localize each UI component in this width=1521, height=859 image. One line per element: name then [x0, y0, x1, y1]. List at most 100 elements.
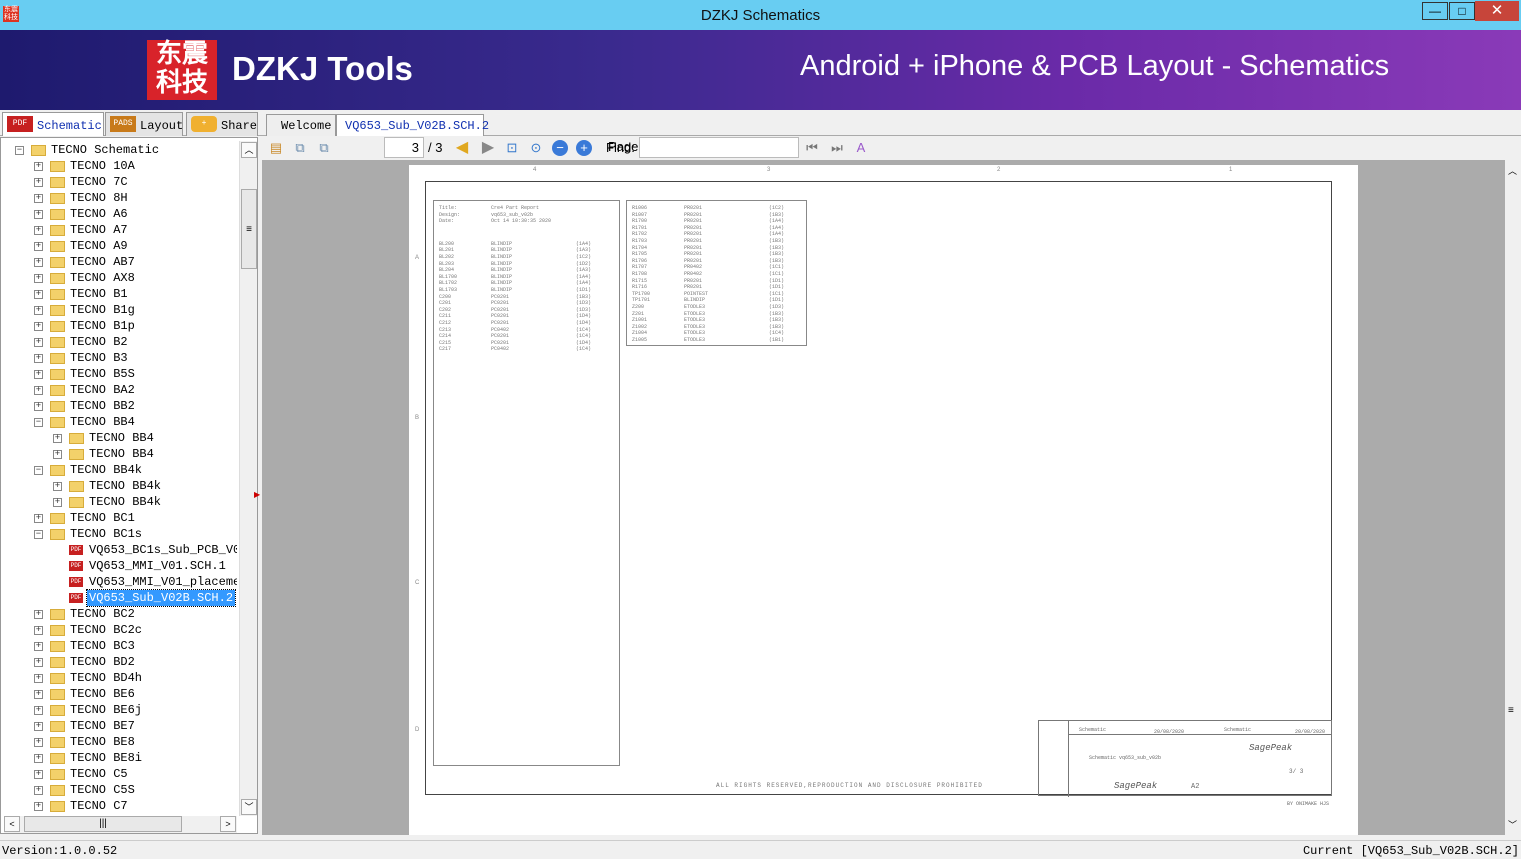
grid-ref: (1D1)	[576, 286, 592, 293]
expand-icon[interactable]: +	[34, 514, 43, 523]
expand-icon[interactable]: +	[34, 722, 43, 731]
expand-icon[interactable]: +	[34, 322, 43, 331]
expand-icon[interactable]: +	[53, 434, 62, 443]
grid-ref: (1C2)	[769, 205, 785, 211]
find-input[interactable]	[639, 137, 799, 158]
expand-icon[interactable]: +	[53, 482, 62, 491]
report-row: R1703 PR0201 (1B3)	[632, 238, 801, 245]
expand-icon[interactable]: +	[34, 274, 43, 283]
page-input[interactable]	[384, 137, 424, 158]
tree-horizontal-scrollbar[interactable]: < ||| >	[4, 816, 237, 833]
folder-icon	[50, 369, 65, 380]
copy-icon[interactable]: ▤	[268, 140, 284, 156]
expand-icon[interactable]: +	[53, 498, 62, 507]
expand-icon[interactable]: +	[34, 162, 43, 171]
footprint: PR0402	[684, 270, 703, 277]
checked-name: Schematic	[1224, 727, 1252, 733]
expand-icon[interactable]: +	[34, 338, 43, 347]
expand-icon[interactable]: +	[34, 258, 43, 267]
fit-width-icon[interactable]: ⊡	[504, 140, 520, 156]
report-row: Z1001 ETODLE3 (1B3)	[632, 317, 801, 324]
rotate-left-icon[interactable]: ⧉	[292, 140, 308, 156]
tree-item-label: TECNO BE8	[70, 735, 135, 749]
expand-icon[interactable]: +	[34, 306, 43, 315]
expand-icon[interactable]: +	[34, 242, 43, 251]
tree-vertical-scrollbar[interactable]: ︿ ≡ ﹀	[239, 141, 257, 816]
scroll-up-button[interactable]: ︿	[241, 142, 257, 158]
tree-item-label: TECNO BC3	[70, 639, 135, 653]
find-label: Find:	[606, 140, 635, 155]
expand-icon[interactable]: +	[34, 754, 43, 763]
maximize-button[interactable]: □	[1449, 2, 1475, 20]
grid-ref: (1C1)	[769, 264, 785, 271]
rotate-right-icon[interactable]: ⧉	[316, 140, 332, 156]
expand-icon[interactable]: +	[34, 226, 43, 235]
expand-icon[interactable]: +	[34, 386, 43, 395]
footprint: PC0201	[491, 300, 510, 307]
expand-icon[interactable]: +	[34, 370, 43, 379]
expand-icon[interactable]: +	[34, 738, 43, 747]
expand-icon[interactable]: +	[34, 626, 43, 635]
prev-page-icon[interactable]: ◀	[454, 140, 470, 156]
grid-ref: (1C4)	[576, 333, 592, 340]
tab-layout[interactable]: PADS Layout	[105, 112, 183, 136]
folder-icon	[50, 289, 65, 300]
zoom-out-icon[interactable]: −	[552, 140, 568, 156]
scroll-right-button[interactable]: >	[220, 816, 236, 832]
footprint: BLINDIP	[491, 253, 513, 260]
expand-icon[interactable]: +	[34, 770, 43, 779]
viewer-vertical-scrollbar[interactable]: ︿ ≡ ﹀	[1505, 160, 1521, 835]
grid-ref: (1D2)	[576, 260, 592, 267]
refdes: R1716	[632, 284, 648, 291]
fit-page-icon[interactable]: ⊙	[528, 140, 544, 156]
footprint: PR0201	[684, 284, 703, 291]
tab-document[interactable]: VQ653_Sub_V02B.SCH.2✕	[336, 114, 489, 148]
minimize-button[interactable]: —	[1422, 2, 1448, 20]
pdf-icon: PDF	[7, 116, 33, 132]
grid-ref: (1A4)	[769, 224, 785, 231]
grid-ref: (1B3)	[576, 293, 592, 300]
scroll-down-button[interactable]: ﹀	[241, 799, 257, 815]
collapse-icon[interactable]: −	[34, 418, 43, 427]
expand-icon[interactable]: +	[34, 802, 43, 811]
find-next-icon[interactable]: ⏭	[829, 140, 845, 156]
tab-schematic[interactable]: PDF Schematic	[2, 112, 104, 136]
collapse-icon[interactable]: −	[34, 530, 43, 539]
expand-icon[interactable]: +	[34, 610, 43, 619]
scroll-left-button[interactable]: <	[4, 816, 20, 832]
expand-icon[interactable]: +	[34, 402, 43, 411]
collapse-icon[interactable]: −	[34, 466, 43, 475]
expand-icon[interactable]: +	[34, 354, 43, 363]
expand-icon[interactable]: +	[53, 450, 62, 459]
expand-icon[interactable]: +	[34, 674, 43, 683]
collapse-icon[interactable]: −	[15, 146, 24, 155]
expand-icon[interactable]: +	[34, 786, 43, 795]
tree-item-label: TECNO BE7	[70, 719, 135, 733]
close-button[interactable]: ✕	[1475, 1, 1519, 21]
expand-icon[interactable]: +	[34, 210, 43, 219]
document-viewer[interactable]: Title: Cre4 Part Report Design: vq653_sub_v…	[262, 160, 1505, 835]
file-tree-panel: − TECNO Schematic + TECNO 10A + TECNO 7C + TECN…	[0, 137, 258, 834]
tab-welcome[interactable]: Welcome	[266, 114, 336, 136]
expand-icon[interactable]: +	[34, 706, 43, 715]
next-page-icon[interactable]: ▶	[480, 140, 496, 156]
grid-ref: (1C4)	[576, 326, 592, 333]
h-scroll-thumb[interactable]: |||	[24, 816, 182, 832]
find-prev-icon[interactable]: ⏮	[804, 140, 820, 156]
expand-icon[interactable]: +	[34, 658, 43, 667]
panel-splitter[interactable]: ▶	[254, 490, 260, 499]
expand-icon[interactable]: +	[34, 194, 43, 203]
tree-item-label: TECNO 8H	[70, 191, 128, 205]
scroll-thumb[interactable]: ≡	[241, 189, 257, 269]
folder-icon	[50, 657, 65, 668]
highlight-icon[interactable]: A	[853, 140, 869, 156]
tab-share[interactable]: + Share	[186, 112, 258, 136]
expand-icon[interactable]: +	[34, 690, 43, 699]
zoom-in-icon[interactable]: +	[576, 140, 592, 156]
folder-icon	[50, 513, 65, 524]
expand-icon[interactable]: +	[34, 642, 43, 651]
grid-ref: (1D1)	[769, 284, 785, 291]
expand-icon[interactable]: +	[34, 178, 43, 187]
expand-icon[interactable]: +	[34, 290, 43, 299]
tree-item-label: TECNO BB4	[70, 415, 135, 429]
